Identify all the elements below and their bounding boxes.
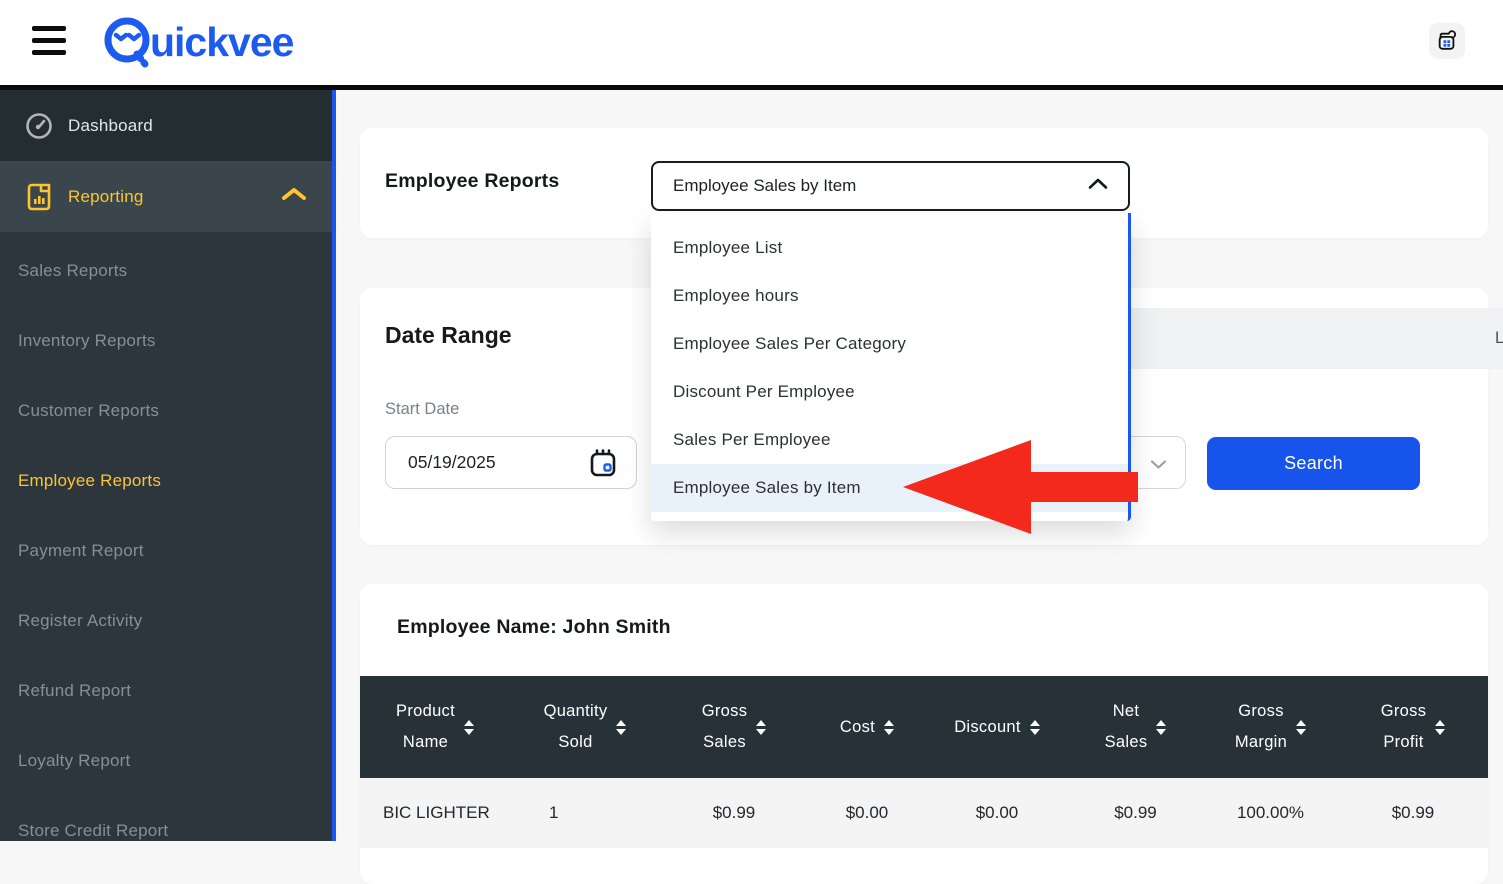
- start-date-label: Start Date: [385, 400, 460, 418]
- app-root: uickvee Dashboard Reporting Sales Report…: [0, 0, 1503, 884]
- sidebar-item-employee-reports[interactable]: Employee Reports: [0, 457, 332, 505]
- dropdown-option-employee-sales-per-category[interactable]: Employee Sales Per Category: [651, 320, 1128, 368]
- report-type-selected-value: Employee Sales by Item: [673, 176, 857, 195]
- cell-net-sales: $0.99: [1114, 803, 1157, 822]
- column-label: Quantity: [543, 702, 608, 720]
- sidebar-nav: Dashboard Reporting Sales Reports Invent: [0, 90, 336, 841]
- column-label: Sold: [558, 733, 593, 751]
- column-label: Name: [402, 733, 449, 751]
- column-header-cost[interactable]: Cost: [808, 676, 926, 778]
- date-range-title: Date Range: [385, 322, 512, 348]
- sidebar-item-customer-reports[interactable]: Customer Reports: [0, 387, 332, 435]
- sidebar-item-refund-report[interactable]: Refund Report: [0, 667, 332, 715]
- dashboard-gauge-icon: [24, 111, 54, 141]
- chevron-up-icon: [1088, 177, 1108, 195]
- hamburger-menu-icon[interactable]: [32, 26, 66, 56]
- column-label: Sales: [703, 733, 746, 751]
- column-header-product-name[interactable]: Product Name: [360, 676, 510, 778]
- dropdown-option-discount-per-employee[interactable]: Discount Per Employee: [651, 368, 1128, 416]
- sidebar-item-register-activity[interactable]: Register Activity: [0, 597, 332, 645]
- sidebar-item-inventory-reports[interactable]: Inventory Reports: [0, 317, 332, 365]
- sort-icon[interactable]: [1156, 719, 1167, 735]
- chevron-down-icon: [1150, 457, 1167, 475]
- column-label: Cost: [839, 717, 876, 736]
- sidebar-item-reporting[interactable]: Reporting: [0, 161, 332, 232]
- cell-gross-profit: $0.99: [1391, 803, 1435, 822]
- column-label: Product: [396, 702, 455, 720]
- column-label: Discount: [954, 717, 1021, 736]
- reporting-document-icon: [24, 182, 54, 212]
- sort-icon[interactable]: [1435, 719, 1446, 735]
- column-label: Gross: [1238, 702, 1284, 720]
- dropdown-option-sales-per-employee[interactable]: Sales Per Employee: [651, 416, 1128, 464]
- column-header-quantity-sold[interactable]: Quantity Sold: [510, 676, 660, 778]
- column-header-gross-margin[interactable]: Gross Margin: [1203, 676, 1338, 778]
- column-label: Margin: [1234, 733, 1288, 751]
- report-type-select[interactable]: Employee Sales by Item: [651, 161, 1130, 211]
- dropdown-option-employee-sales-by-item[interactable]: Employee Sales by Item: [651, 464, 1128, 512]
- sidebar-item-store-credit-report[interactable]: Store Credit Report: [0, 807, 332, 855]
- column-header-discount[interactable]: Discount: [926, 676, 1068, 778]
- cell-product-name: BIC LIGHTER: [383, 803, 490, 822]
- sidebar-item-sales-reports[interactable]: Sales Reports: [0, 247, 332, 295]
- sort-icon[interactable]: [1296, 719, 1307, 735]
- sidebar-accent-line: [332, 90, 336, 841]
- report-selector-label: Employee Reports: [385, 170, 560, 192]
- start-date-input[interactable]: 05/19/2025: [385, 436, 637, 489]
- sort-icon[interactable]: [756, 719, 767, 735]
- logo-text: uickvee: [150, 18, 294, 65]
- sort-icon[interactable]: [463, 719, 474, 735]
- sidebar-item-label: Dashboard: [68, 115, 153, 135]
- calendar-icon[interactable]: [588, 448, 618, 485]
- start-date-value: 05/19/2025: [408, 452, 496, 472]
- column-label: Gross: [701, 702, 748, 720]
- column-label: Net: [1112, 702, 1140, 720]
- top-header: uickvee: [0, 0, 1503, 85]
- store-switcher-button[interactable]: [1429, 23, 1465, 59]
- dropdown-option-employee-hours[interactable]: Employee hours: [651, 272, 1128, 320]
- sort-icon[interactable]: [616, 719, 627, 735]
- sort-icon[interactable]: [884, 719, 895, 735]
- quickvee-logo: uickvee: [99, 13, 294, 71]
- table-row: BIC LIGHTER 1 $0.99 $0.00 $0.00 $0.99 10…: [360, 778, 1488, 848]
- store-icon: [1438, 30, 1457, 50]
- cell-gross-margin: 100.00%: [1236, 803, 1305, 822]
- cell-gross-sales: $0.99: [712, 803, 756, 822]
- sidebar-item-payment-report[interactable]: Payment Report: [0, 527, 332, 575]
- sidebar-item-dashboard[interactable]: Dashboard: [0, 90, 332, 161]
- employee-name-title: Employee Name: John Smith: [397, 616, 671, 638]
- sidebar-item-loyalty-report[interactable]: Loyalty Report: [0, 737, 332, 785]
- column-header-net-sales[interactable]: Net Sales: [1068, 676, 1203, 778]
- cell-quantity-sold: 1: [549, 803, 559, 822]
- table-header-row: Product Name Quantity Sold Gross Sales C…: [360, 676, 1488, 778]
- employee-sales-card: Employee Name: John Smith Product Name Q…: [360, 584, 1488, 884]
- report-type-dropdown-menu: Employee List Employee hours Employee Sa…: [651, 213, 1131, 521]
- column-header-gross-profit[interactable]: Gross Profit: [1338, 676, 1488, 778]
- logo-q-icon: [104, 17, 150, 68]
- cell-discount: $0.00: [975, 803, 1019, 822]
- dropdown-option-employee-list[interactable]: Employee List: [651, 224, 1128, 272]
- quick-range-last-7-days[interactable]: Last 7 Days: [1495, 329, 1503, 348]
- chevron-up-icon: [281, 186, 307, 207]
- column-label: Sales: [1104, 733, 1148, 751]
- column-label: Gross: [1380, 702, 1427, 720]
- column-label: Profit: [1383, 733, 1424, 751]
- column-header-gross-sales[interactable]: Gross Sales: [660, 676, 808, 778]
- cell-cost: $0.00: [845, 803, 889, 822]
- search-button[interactable]: Search: [1207, 437, 1420, 490]
- sort-icon[interactable]: [1029, 719, 1040, 735]
- sidebar-item-label: Reporting: [68, 186, 144, 206]
